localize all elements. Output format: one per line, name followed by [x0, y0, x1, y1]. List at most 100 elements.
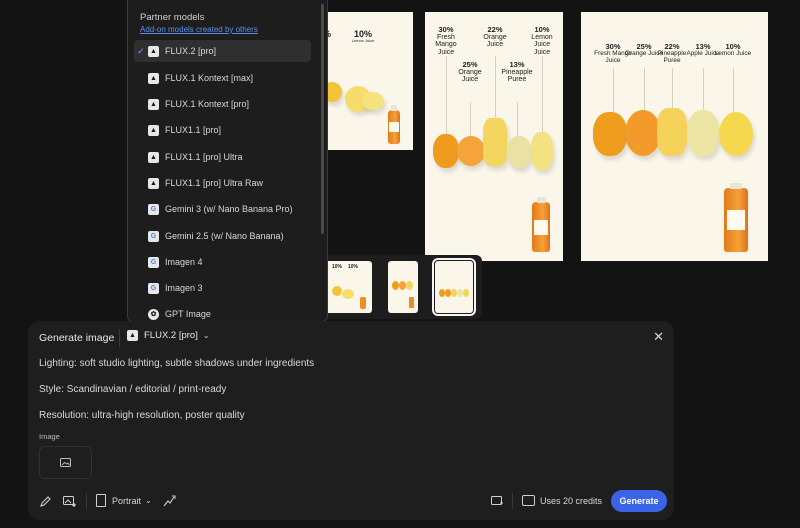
divider [119, 329, 120, 347]
toolbar-divider [512, 493, 513, 509]
chevron-down-icon: ⌄ [145, 496, 152, 505]
label-percent: 10% [331, 264, 342, 270]
pineapple-slice-image [657, 108, 687, 156]
orientation-label: Portrait [112, 495, 142, 506]
apple-slice-image [687, 110, 719, 156]
flux-logo-icon: ▲ [148, 151, 159, 163]
label-name: Lemon Juice [351, 38, 375, 44]
google-logo-icon: G [148, 256, 159, 268]
flux-logo-icon: ▲ [148, 98, 159, 110]
poster-label: 10% Lemon Juice [348, 29, 378, 44]
model-option-flux2-pro[interactable]: ✓ ▲ FLUX.2 [pro] [134, 40, 311, 62]
model-option-label: FLUX1.1 [pro] [165, 125, 222, 135]
poster-label: 30% Fresh Mango Juice [429, 26, 463, 56]
mango-slice-image [433, 134, 459, 168]
prompt-text-line[interactable]: Resolution: ultra-high resolution, poste… [39, 410, 245, 421]
dropdown-subheading-link[interactable]: Add-on models created by others [140, 25, 258, 34]
chevron-down-icon: ⌄ [202, 331, 210, 340]
model-option-gemini-3[interactable]: G Gemini 3 (w/ Nano Banana Pro) [134, 198, 311, 220]
generated-image-1[interactable]: % 10% Lemon Juice [318, 12, 413, 150]
label-name: Orange Juice [483, 33, 507, 49]
poster-label: 13% Pineapple Puree [500, 61, 534, 84]
model-option-gemini-25[interactable]: G Gemini 2.5 (w/ Nano Banana) [134, 225, 311, 247]
generate-image-panel: Generate image ▲ FLUX.2 [pro] ⌄ ✕ Lighti… [28, 321, 674, 520]
poster-label: 22% Orange Juice [478, 26, 512, 49]
label-percent: 13% [509, 60, 525, 69]
lemon-slice-image [719, 112, 753, 156]
label-percent: 10% [347, 264, 358, 270]
image-upload-slot[interactable] [39, 446, 92, 479]
label-name: Orange Juice [458, 68, 482, 84]
close-icon[interactable]: ✕ [653, 329, 664, 345]
model-selector-label: FLUX.2 [pro] [144, 330, 198, 341]
poster-label: 10% Lemon Juice Juice [525, 26, 559, 56]
model-option-flux11-pro-ultra[interactable]: ▲ FLUX1.1 [pro] Ultra [134, 146, 311, 168]
label-percent: 25% [462, 60, 478, 69]
label-name: Lemon Juice [714, 49, 752, 57]
juice-bottle-image [724, 183, 748, 252]
eyedropper-icon[interactable] [39, 494, 53, 508]
checkmark-icon: ✓ [137, 45, 145, 56]
portrait-icon [96, 494, 106, 507]
orange-slice-image [625, 110, 661, 156]
model-option-gpt-image[interactable]: ✿ GPT Image [134, 303, 311, 321]
thumbnail-3[interactable] [432, 258, 476, 316]
model-dropdown-menu: Partner models Add-on models created by … [127, 0, 328, 322]
flux-logo-icon: ▲ [148, 124, 159, 136]
google-logo-icon: G [148, 282, 159, 294]
poster-label: 25% Orange Juice [453, 61, 487, 84]
credits-icon [522, 495, 535, 506]
label-name: Fresh Mango Juice [435, 33, 457, 56]
openai-logo-icon: ✿ [148, 308, 159, 320]
label-name: Lemon Juice Juice [531, 33, 553, 56]
model-option-flux1-kontext-max[interactable]: ▲ FLUX.1 Kontext [max] [134, 67, 311, 89]
model-option-imagen-3[interactable]: G Imagen 3 [134, 277, 311, 299]
poster-label: 10% Lemon Juice [713, 43, 753, 58]
label-percent: 30% [438, 25, 454, 34]
model-option-label: Gemini 3 (w/ Nano Banana Pro) [165, 204, 293, 214]
thumbnail-2[interactable] [388, 261, 418, 313]
juice-bottle-image [388, 105, 400, 144]
flux-logo-icon: ▲ [148, 72, 159, 84]
model-option-imagen-4[interactable]: G Imagen 4 [134, 251, 311, 273]
prompt-text-line[interactable]: Lighting: soft studio lighting, subtle s… [39, 358, 314, 369]
model-option-label: FLUX1.1 [pro] Ultra [165, 152, 243, 162]
lemon-slice-image [362, 92, 384, 110]
model-option-flux1-kontext-pro[interactable]: ▲ FLUX.1 Kontext [pro] [134, 93, 311, 115]
generated-image-3[interactable]: 30% Fresh Mango Juice 25% Orange Juice 2… [581, 12, 768, 261]
style-reference-icon[interactable] [62, 494, 76, 508]
model-option-label: FLUX.1 Kontext [pro] [165, 99, 250, 109]
toolbar-divider [86, 493, 87, 509]
google-logo-icon: G [148, 230, 159, 242]
model-option-label: FLUX1.1 [pro] Ultra Raw [165, 178, 264, 188]
pineapple-slice-image [483, 118, 507, 166]
label-percent: 10% [534, 25, 550, 34]
flux-logo-icon: ▲ [148, 177, 159, 189]
lemon-slice-image [531, 132, 553, 170]
apple-slice-image [507, 136, 531, 168]
label-name: Pineapple Puree [501, 68, 533, 84]
prompt-text-line[interactable]: Style: Scandinavian / editorial / print-… [39, 384, 226, 395]
model-selector-button[interactable]: ▲ FLUX.2 [pro] ⌄ [127, 330, 210, 341]
orange-slice-image [457, 136, 485, 166]
model-option-label: Gemini 2.5 (w/ Nano Banana) [165, 231, 284, 241]
generate-button[interactable]: Generate [611, 490, 667, 512]
thumb-label: 10% [330, 264, 344, 270]
model-option-flux11-pro-ultra-raw[interactable]: ▲ FLUX1.1 [pro] Ultra Raw [134, 172, 311, 194]
credits-label: Uses 20 credits [540, 495, 603, 506]
flux-logo-icon: ▲ [127, 330, 138, 341]
dropdown-scrollbar[interactable] [321, 4, 324, 234]
model-option-flux11-pro[interactable]: ▲ FLUX1.1 [pro] [134, 119, 311, 141]
add-image-icon[interactable] [490, 494, 504, 508]
effects-icon[interactable] [162, 494, 176, 508]
orientation-dropdown[interactable]: Portrait ⌄ [96, 494, 152, 507]
label-percent: 22% [487, 25, 503, 34]
credits-info: Uses 20 credits [522, 495, 602, 506]
image-section-label: Image [39, 432, 60, 441]
model-option-label: GPT Image [165, 309, 211, 319]
panel-title: Generate image [39, 332, 115, 344]
image-icon [60, 458, 71, 467]
dropdown-heading: Partner models [140, 12, 205, 23]
generated-image-2[interactable]: 30% Fresh Mango Juice 25% Orange Juice 2… [425, 12, 563, 261]
model-option-label: FLUX.1 Kontext [max] [165, 73, 254, 83]
